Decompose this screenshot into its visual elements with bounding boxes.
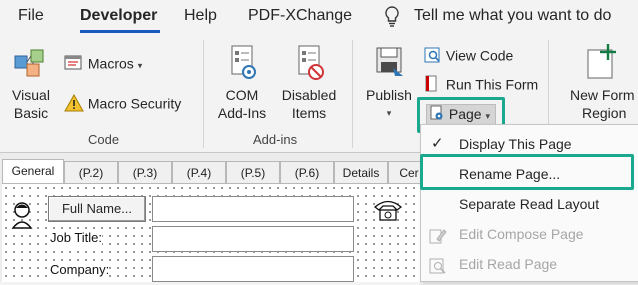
form-tab-p2[interactable]: (P.2) [64,161,118,184]
page-dropdown-menu: ✓ Display This Page Rename Page... Separ… [420,124,638,282]
form-tab-p5[interactable]: (P.5) [226,161,280,184]
run-form-icon [424,75,442,97]
group-label-addins: Add-ins [253,132,298,147]
full-name-field[interactable] [152,196,354,222]
view-code-label: View Code [445,47,514,64]
ribbon-tab-bar: File Developer Help PDF-XChange Tell me … [0,0,638,34]
form-tab-p3[interactable]: (P.3) [118,161,172,184]
com-addins-button[interactable]: COM Add-Ins [212,42,272,122]
full-name-button[interactable]: Full Name... [48,196,146,222]
menu-item-edit-compose-page[interactable]: Edit Compose Page [421,219,638,249]
visual-basic-button[interactable]: Visual Basic [6,42,56,122]
view-code-button[interactable]: View Code [424,46,513,68]
menu-item-label: Edit Read Page [459,256,558,272]
visual-basic-label-line1: Visual [12,87,50,103]
group-separator [203,40,204,148]
job-title-field[interactable] [152,226,354,252]
tab-developer[interactable]: Developer [80,7,157,25]
lightbulb-icon[interactable] [384,6,400,33]
tab-pdf-xchange[interactable]: PDF-XChange [248,7,352,25]
new-form-region-label-line1: New Form [570,87,635,103]
disabled-items-label-line2: Items [291,105,327,121]
edit-read-icon [429,255,447,285]
com-addins-label-line1: COM [225,87,259,103]
macros-button[interactable]: Macros ▾ [64,54,142,76]
tell-me-search[interactable]: Tell me what you want to do [414,7,611,25]
run-this-form-button[interactable]: Run This Form [424,75,538,97]
telephone-icon [372,198,404,227]
job-title-label: Job Title: [50,230,103,245]
new-form-region-icon [562,42,638,86]
new-form-region-label-line2: Region [582,105,627,121]
disabled-items-icon [278,42,340,86]
publish-icon [362,42,416,86]
group-separator [352,40,353,148]
com-addins-icon [212,42,272,86]
active-tab-indicator [80,30,160,33]
visual-basic-icon [6,42,56,86]
disabled-items-label-line1: Disabled [281,87,337,103]
new-form-region-button[interactable]: New Form Region [562,42,638,122]
rename-page-highlight [420,154,634,190]
company-label: Company: [50,262,110,277]
form-tab-details[interactable]: Details [334,161,388,184]
tab-file[interactable]: File [18,7,44,25]
run-this-form-label: Run This Form [445,76,539,93]
form-tab-p4[interactable]: (P.4) [172,161,226,184]
warning-icon [64,93,84,116]
macro-security-button[interactable]: Macro Security [64,93,182,116]
macros-label: Macros [87,55,134,72]
menu-item-label: Separate Read Layout [459,196,600,212]
menu-item-separate-read-layout[interactable]: Separate Read Layout [421,189,638,219]
group-label-code: Code [88,132,120,147]
view-code-icon [424,46,442,68]
disabled-items-button[interactable]: Disabled Items [278,42,340,122]
chevron-down-icon: ▾ [137,60,143,71]
chevron-down-icon: ▾ [386,108,392,118]
contact-person-icon [8,200,36,235]
menu-item-edit-read-page[interactable]: Edit Read Page [421,249,638,279]
company-field[interactable] [152,256,354,282]
publish-label: Publish [366,87,412,103]
tab-help[interactable]: Help [184,7,217,25]
macros-icon [64,54,84,76]
menu-item-label: Edit Compose Page [459,226,584,242]
form-tab-general[interactable]: General [2,159,64,184]
com-addins-label-line2: Add-Ins [217,105,267,121]
visual-basic-label-line2: Basic [13,105,49,121]
publish-button[interactable]: Publish ▾ [362,42,416,122]
form-tab-p6[interactable]: (P.6) [280,161,334,184]
macro-security-label: Macro Security [87,95,182,112]
